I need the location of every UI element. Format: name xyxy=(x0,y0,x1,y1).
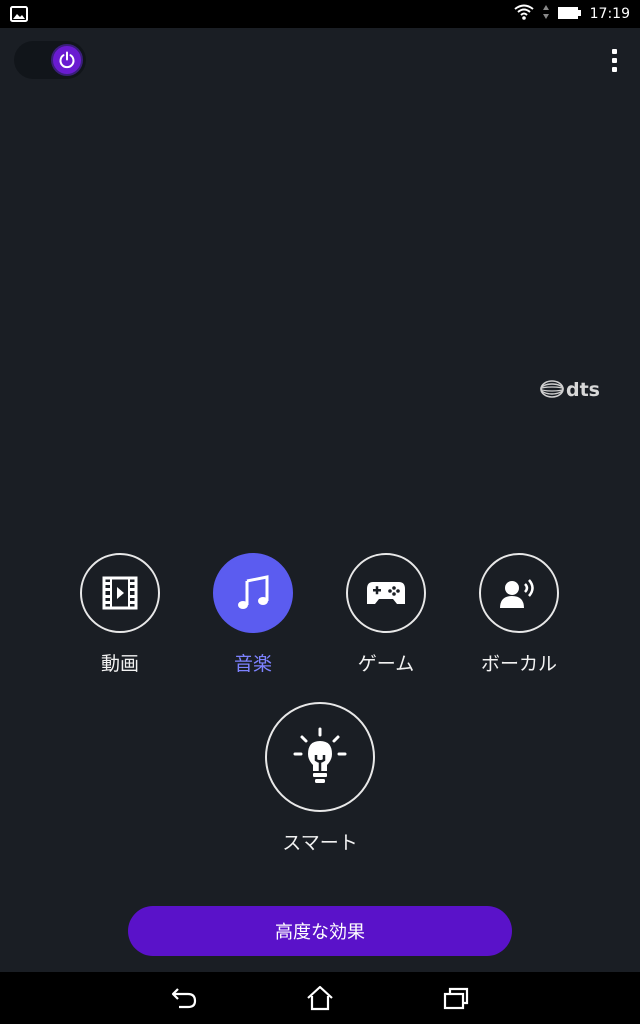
home-button[interactable] xyxy=(300,982,340,1014)
screen: 17:19 dts 動画 音楽 ゲーム ボーカル スマート 高度な効果 xyxy=(0,0,640,1024)
music-note-icon xyxy=(238,575,269,609)
mode-vocal-button[interactable] xyxy=(479,553,559,633)
mode-game-button[interactable] xyxy=(346,553,426,633)
mode-movie-button[interactable] xyxy=(80,553,160,633)
voice-icon xyxy=(500,579,534,608)
power-icon xyxy=(59,51,75,69)
home-icon xyxy=(307,985,333,1011)
battery-icon xyxy=(557,5,582,24)
mode-music-label: 音楽 xyxy=(233,653,272,675)
lightbulb-icon xyxy=(293,727,347,783)
recents-icon xyxy=(443,987,469,1010)
mode-music[interactable]: 音楽 xyxy=(193,553,313,676)
mode-vocal[interactable]: ボーカル xyxy=(459,553,579,676)
nav-bar xyxy=(0,972,640,1024)
image-icon xyxy=(10,6,28,26)
mode-smart[interactable]: スマート xyxy=(250,702,390,855)
mode-vocal-label: ボーカル xyxy=(480,653,557,675)
mode-music-button[interactable] xyxy=(213,553,293,633)
mode-smart-button[interactable] xyxy=(265,702,375,812)
wifi-icon xyxy=(514,4,534,24)
mode-smart-label: スマート xyxy=(282,832,358,854)
status-time: 17:19 xyxy=(589,6,630,22)
dts-logo: dts xyxy=(540,378,616,401)
power-toggle[interactable] xyxy=(14,41,86,79)
back-button[interactable] xyxy=(164,982,204,1014)
mode-movie-label: 動画 xyxy=(100,653,139,675)
status-bar: 17:19 xyxy=(0,0,640,28)
mode-movie[interactable]: 動画 xyxy=(60,553,180,676)
power-knob[interactable] xyxy=(51,44,83,76)
gamepad-icon xyxy=(367,582,405,604)
recents-button[interactable] xyxy=(436,982,476,1014)
dts-logo-text: dts xyxy=(566,379,600,400)
film-icon xyxy=(102,576,138,610)
overflow-menu-icon[interactable] xyxy=(600,44,628,76)
advanced-effects-button[interactable]: 高度な効果 xyxy=(128,906,512,956)
mode-game[interactable]: ゲーム xyxy=(326,553,446,676)
data-arrows-icon xyxy=(542,4,550,24)
back-icon xyxy=(171,988,197,1009)
mode-game-label: ゲーム xyxy=(357,653,415,675)
